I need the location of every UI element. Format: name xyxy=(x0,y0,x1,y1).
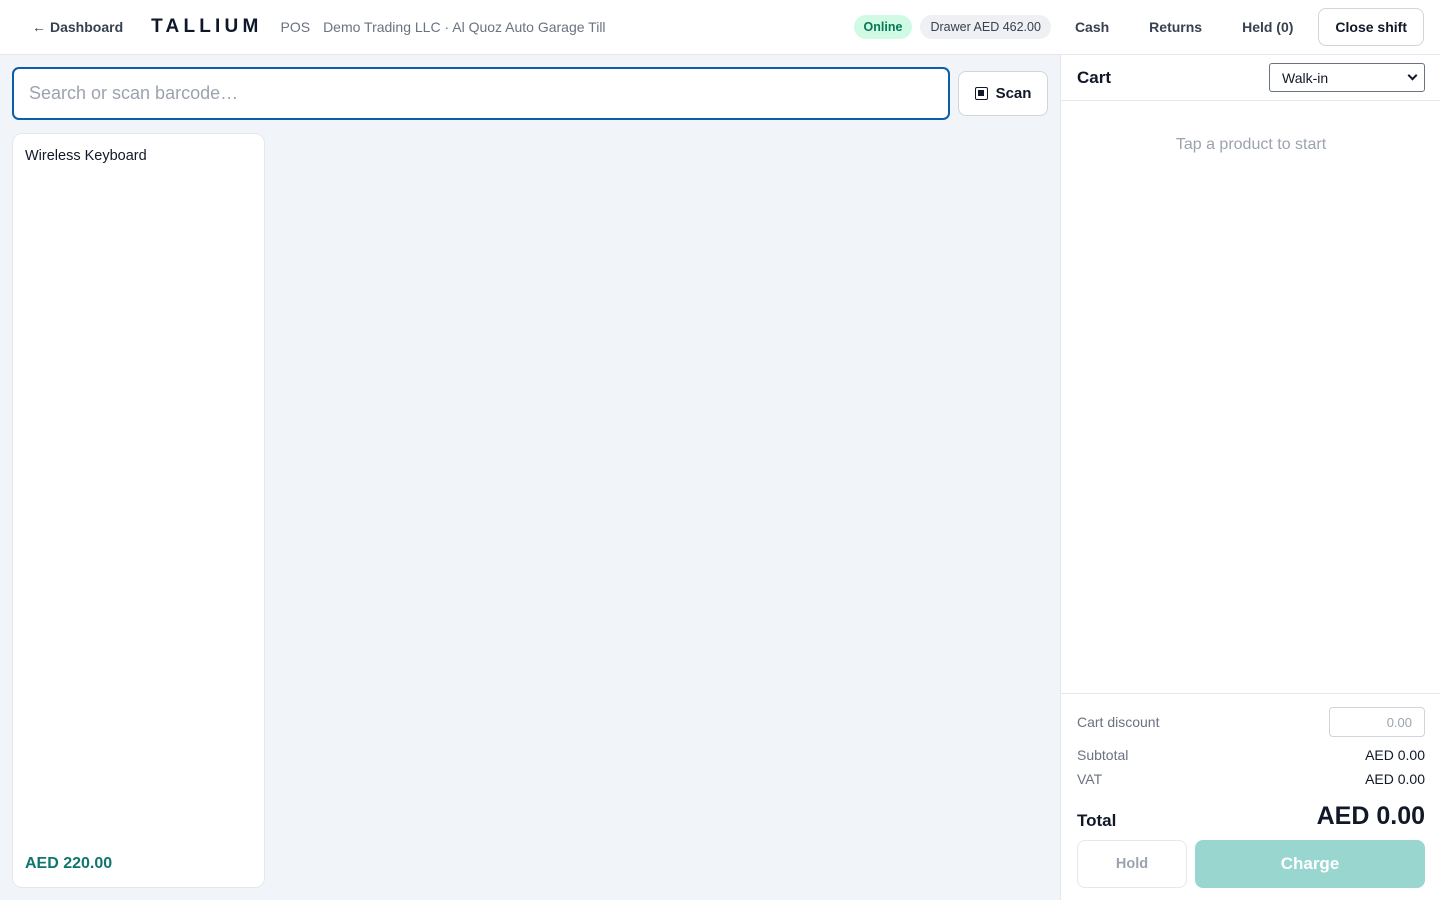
cart-discount-row: Cart discount xyxy=(1077,707,1425,737)
chevron-down-icon xyxy=(1407,70,1418,81)
cart-panel: Cart Walk-in Tap a product to start Cart… xyxy=(1060,55,1440,900)
held-orders-button[interactable]: Held (0) xyxy=(1222,8,1313,46)
hold-button[interactable]: Hold xyxy=(1077,840,1187,888)
product-name: Wireless Keyboard xyxy=(25,148,147,164)
cash-button[interactable]: Cash xyxy=(1055,8,1129,46)
back-to-dashboard-link[interactable]: ← Dashboard xyxy=(32,19,123,35)
total-label: Total xyxy=(1077,811,1117,830)
arrow-left-icon: ← xyxy=(32,19,46,35)
cart-empty-message: Tap a product to start xyxy=(1175,136,1327,153)
close-shift-button[interactable]: Close shift xyxy=(1318,8,1424,46)
charge-button[interactable]: Charge xyxy=(1195,840,1425,888)
product-card[interactable]: Wireless Keyboard AED 220.00 xyxy=(12,133,265,888)
vat-row: VAT AED 0.00 xyxy=(1077,771,1425,787)
connection-status-badge: Online xyxy=(853,15,913,39)
brand-logo: TALLIUM xyxy=(151,16,263,37)
total-value: AED 0.00 xyxy=(1316,802,1425,830)
cart-discount-input[interactable] xyxy=(1329,707,1425,737)
subtotal-row: Subtotal AED 0.00 xyxy=(1077,747,1425,763)
back-link-label: Dashboard xyxy=(50,19,124,35)
search-input[interactable] xyxy=(12,67,950,120)
barcode-scan-icon xyxy=(974,87,988,100)
cart-header: Cart Walk-in xyxy=(1061,55,1440,101)
customer-select-value: Walk-in xyxy=(1282,69,1329,86)
drawer-balance-badge: Drawer AED 462.00 xyxy=(920,15,1051,39)
total-row: Total AED 0.00 xyxy=(1077,802,1425,831)
cart-summary: Cart discount Subtotal AED 0.00 VAT AED … xyxy=(1061,693,1440,900)
cart-discount-label: Cart discount xyxy=(1077,714,1160,730)
app-mode-label: POS xyxy=(280,19,311,35)
cart-title: Cart xyxy=(1077,68,1112,87)
subtotal-label: Subtotal xyxy=(1077,747,1129,763)
returns-button[interactable]: Returns xyxy=(1129,8,1222,46)
scan-button-label: Scan xyxy=(995,85,1032,102)
vat-value: AED 0.00 xyxy=(1365,771,1425,787)
vat-label: VAT xyxy=(1077,771,1103,787)
subtotal-value: AED 0.00 xyxy=(1365,747,1425,763)
product-area: Scan Wireless Keyboard AED 220.00 xyxy=(0,55,1060,900)
store-till-context: Demo Trading LLC · Al Quoz Auto Garage T… xyxy=(323,19,606,35)
scan-button[interactable]: Scan xyxy=(958,71,1048,116)
top-bar: ← Dashboard TALLIUM POS Demo Trading LLC… xyxy=(0,0,1440,55)
product-price: AED 220.00 xyxy=(25,855,113,872)
customer-select[interactable]: Walk-in xyxy=(1269,63,1425,92)
